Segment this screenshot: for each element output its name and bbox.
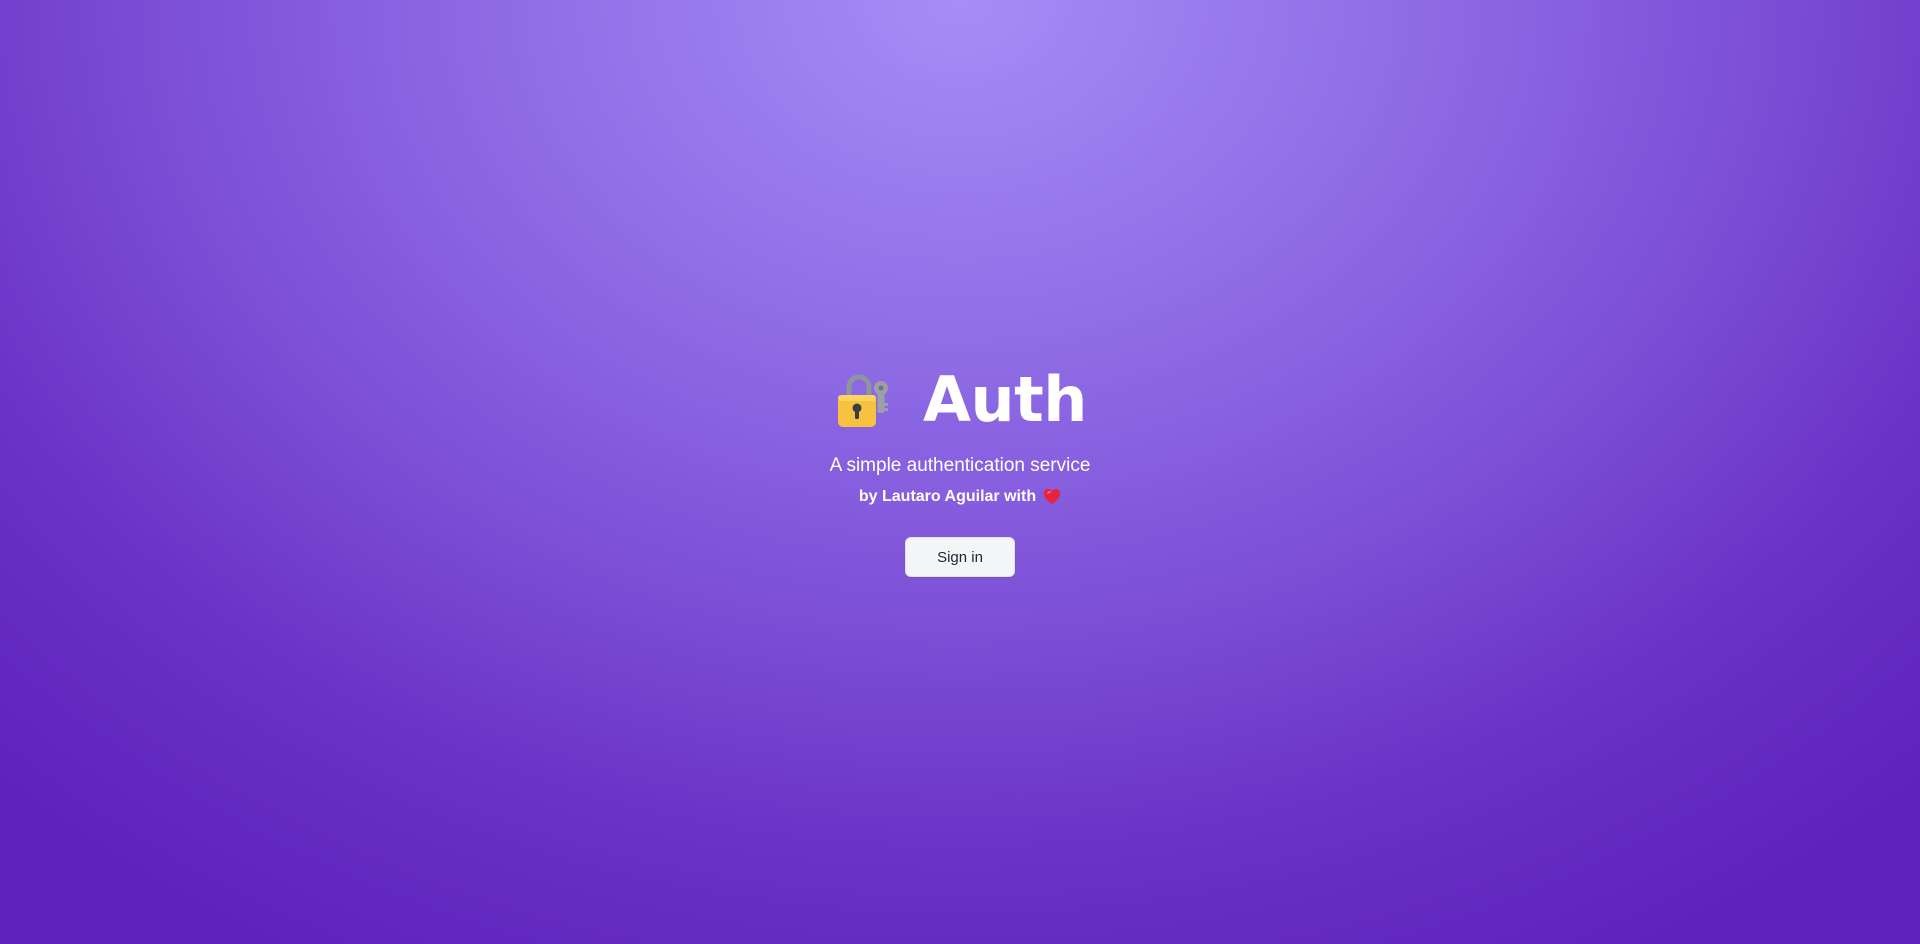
- heart-icon: [1043, 489, 1061, 505]
- byline: by Lautaro Aguilar with: [0, 486, 1920, 508]
- page-title: Auth: [923, 363, 1087, 436]
- title-row: Auth: [0, 360, 1920, 440]
- subtitle: A simple authentication service: [829, 455, 1091, 476]
- byline-text: by Lautaro Aguilar with: [858, 488, 1037, 505]
- hero-section: Auth A simple authentication service by …: [0, 0, 1920, 944]
- lock-with-key-icon: [833, 367, 899, 433]
- sign-in-button[interactable]: Sign in: [905, 537, 1015, 577]
